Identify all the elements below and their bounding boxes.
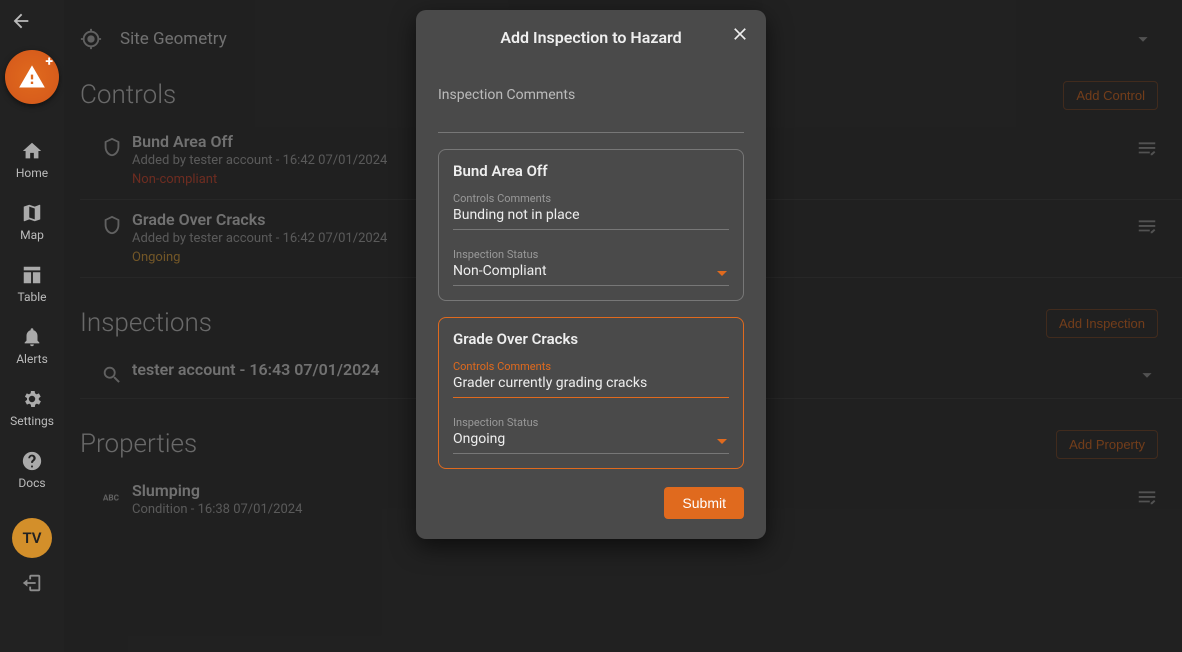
status-label: Inspection Status (453, 416, 729, 429)
status-value: Ongoing (453, 429, 729, 454)
inspection-comments-input[interactable] (438, 107, 744, 133)
card-title: Grade Over Cracks (453, 330, 729, 348)
nav-docs[interactable]: Docs (0, 440, 64, 502)
card-comments-value[interactable]: Grader currently grading cracks (453, 373, 729, 398)
back-button[interactable] (0, 6, 64, 36)
target-icon (80, 28, 102, 50)
card-comments-label: Controls Comments (453, 360, 729, 373)
nav-label: Alerts (16, 352, 48, 366)
controls-title: Controls (80, 80, 176, 110)
inspections-title: Inspections (80, 308, 212, 338)
shield-icon (101, 214, 123, 236)
add-inspection-modal: Add Inspection to Hazard Inspection Comm… (416, 10, 766, 539)
status-label: Inspection Status (453, 248, 729, 261)
inspection-status-select[interactable]: Inspection Status Ongoing (453, 416, 729, 454)
new-alert-fab[interactable]: + (5, 50, 59, 104)
add-property-button[interactable]: Add Property (1056, 430, 1158, 459)
search-icon (101, 364, 123, 386)
warning-triangle-icon (18, 63, 46, 91)
nav-alerts[interactable]: Alerts (0, 316, 64, 378)
edit-list-icon[interactable] (1136, 214, 1158, 236)
card-title: Bund Area Off (453, 162, 729, 180)
nav-label: Home (16, 166, 48, 180)
edit-list-icon[interactable] (1136, 485, 1158, 507)
gear-icon (21, 388, 43, 410)
nav-label: Table (17, 290, 46, 304)
modal-title: Add Inspection to Hazard (438, 28, 744, 47)
map-icon (21, 202, 43, 224)
nav-map[interactable]: Map (0, 192, 64, 254)
edit-list-icon[interactable] (1136, 136, 1158, 158)
nav-table[interactable]: Table (0, 254, 64, 316)
dropdown-arrow-icon (717, 271, 727, 276)
nav-home[interactable]: Home (0, 130, 64, 192)
bell-icon (21, 326, 43, 348)
card-comments-value[interactable]: Bunding not in place (453, 205, 729, 230)
add-control-button[interactable]: Add Control (1063, 81, 1158, 110)
dropdown-arrow-icon (717, 439, 727, 444)
chevron-down-icon (1132, 28, 1154, 50)
modal-close-button[interactable] (728, 22, 752, 46)
sidebar: + Home Map Table Alerts Settings Docs TV (0, 0, 64, 652)
plus-icon: + (45, 54, 53, 70)
nav-settings[interactable]: Settings (0, 378, 64, 440)
status-value: Non-Compliant (453, 261, 729, 286)
user-avatar[interactable]: TV (12, 518, 52, 558)
table-icon (21, 264, 43, 286)
chevron-down-icon[interactable] (1136, 364, 1158, 386)
control-card-bund: Bund Area Off Controls Comments Bunding … (438, 149, 744, 301)
abc-icon: ABC (101, 485, 123, 507)
logout-button[interactable] (21, 572, 43, 598)
properties-title: Properties (80, 429, 197, 459)
help-icon (21, 450, 43, 472)
logout-icon (21, 572, 43, 594)
add-inspection-button[interactable]: Add Inspection (1046, 309, 1158, 338)
submit-button[interactable]: Submit (664, 487, 744, 519)
shield-icon (101, 136, 123, 158)
close-icon (730, 24, 750, 44)
inspection-comments-label: Inspection Comments (438, 87, 744, 103)
home-icon (21, 140, 43, 162)
svg-text:ABC: ABC (103, 494, 120, 504)
nav-label: Map (20, 228, 44, 242)
nav-label: Docs (18, 476, 45, 490)
arrow-left-icon (10, 10, 32, 32)
card-comments-label: Controls Comments (453, 192, 729, 205)
control-card-grade: Grade Over Cracks Controls Comments Grad… (438, 317, 744, 469)
nav-label: Settings (10, 414, 54, 428)
site-geometry-title: Site Geometry (120, 29, 227, 49)
inspection-status-select[interactable]: Inspection Status Non-Compliant (453, 248, 729, 286)
